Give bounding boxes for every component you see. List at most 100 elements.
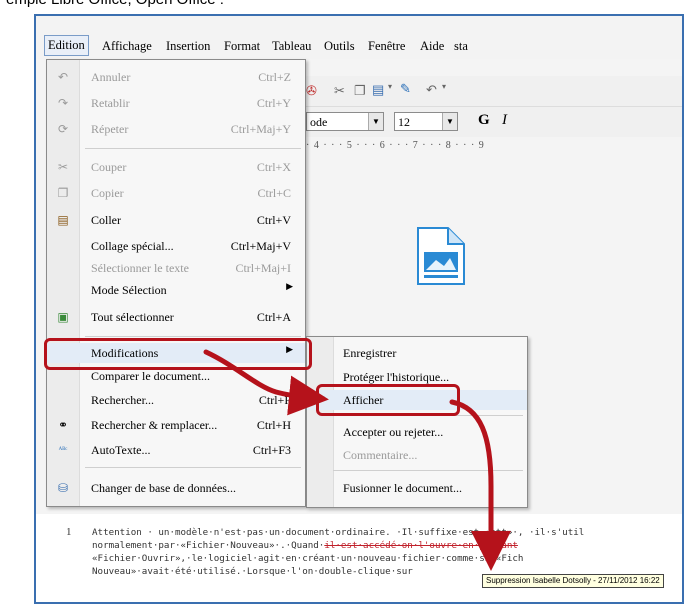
menu-aide[interactable]: Aide	[420, 39, 444, 54]
menu-item-label: Couper	[91, 160, 127, 174]
menu-item-paste[interactable]: ▤ Coller Ctrl+V	[47, 210, 305, 230]
menu-item-label: Collage spécial...	[91, 239, 174, 253]
menu-item-shortcut: Ctrl+F	[258, 393, 291, 407]
copy-toolbar-icon[interactable]: ❐	[354, 83, 366, 99]
menu-item-shortcut: Ctrl+Maj+V	[230, 239, 291, 253]
highlight-afficher	[316, 384, 460, 416]
menu-item-label: Changer de base de données...	[91, 481, 236, 495]
document-line-1: Attention · un·modèle·n'est·pas·un·docum…	[92, 527, 585, 538]
font-size-combo[interactable]: 12 ▼	[394, 112, 458, 131]
menu-item-shortcut: Ctrl+Z	[258, 70, 291, 84]
menu-item-select-all[interactable]: ▣ Tout sélectionner Ctrl+A	[47, 307, 305, 327]
chevron-down-icon[interactable]: ▼	[368, 113, 383, 130]
document-line-3: «Fichier·Ouvrir»,·le·logiciel·agit·en·cr…	[92, 553, 524, 564]
formatting-toolbar: ode ▼ 12 ▼ G I	[306, 106, 682, 137]
document-line-2-text: normalement·par·«Fichier·Nouveau»·.·Quan…	[92, 540, 325, 551]
menu-item-redo[interactable]: ↷ Retablir Ctrl+Y	[47, 93, 305, 113]
undo-dropdown-icon[interactable]: ▾	[442, 82, 446, 91]
menu-item-label: Rechercher...	[91, 393, 154, 407]
menu-insertion[interactable]: Insertion	[166, 39, 210, 54]
menu-item-shortcut: Ctrl+V	[256, 213, 291, 227]
undo-icon: ↶	[57, 70, 69, 84]
menu-item-label: Coller	[91, 213, 121, 227]
menu-tableau[interactable]: Tableau	[272, 39, 311, 54]
menu-item-select-text[interactable]: Sélectionner le texte Ctrl+Maj+I	[47, 258, 305, 278]
menu-item-label: Comparer le document...	[91, 369, 210, 383]
cut-toolbar-icon[interactable]: ✂	[334, 83, 345, 99]
menu-item-label: Rechercher & remplacer...	[91, 418, 218, 432]
submenu-item-merge-document[interactable]: Fusionner le document...	[307, 478, 527, 498]
menu-edition[interactable]: Edition	[44, 35, 89, 56]
caption-text: emple Libre Office, Open Office :	[6, 0, 224, 8]
menu-item-copy[interactable]: ❐ Copier Ctrl+C	[47, 183, 305, 203]
menu-separator	[85, 467, 301, 468]
italic-button[interactable]: I	[502, 112, 507, 129]
horizontal-ruler: · 4 · · · 5 · · · 6 · · · 7 · · · 8 · · …	[306, 140, 485, 151]
menu-item-label: Retablir	[91, 96, 130, 110]
chevron-down-icon[interactable]: ▼	[442, 113, 457, 130]
menu-item-shortcut: Ctrl+H	[256, 418, 291, 432]
paragraph-style-combo[interactable]: ode ▼	[306, 112, 384, 131]
clone-formatting-icon[interactable]: ✎	[400, 81, 411, 97]
line-number: 1	[66, 526, 72, 538]
menu-affichage[interactable]: Affichage	[102, 39, 152, 54]
menu-item-repeat[interactable]: ⟳ Répeter Ctrl+Maj+Y	[47, 119, 305, 139]
select-all-icon: ▣	[57, 310, 69, 324]
standard-toolbar: ✇ ✂ ❐ ▤ ▾ ✎ ↶ ▾	[306, 76, 682, 106]
menu-item-shortcut: Ctrl+F3	[252, 443, 291, 457]
menu-item-shortcut: Ctrl+X	[256, 160, 291, 174]
menu-item-undo[interactable]: ↶ Annuler Ctrl+Z	[47, 67, 305, 87]
document-line-2: normalement·par·«Fichier·Nouveau»·.·Quan…	[92, 539, 518, 552]
menu-overflow[interactable]: sta	[454, 39, 468, 54]
paste-icon: ▤	[57, 213, 69, 227]
copy-icon: ❐	[57, 186, 69, 200]
menu-item-label: Accepter ou rejeter...	[343, 425, 444, 439]
submenu-item-record[interactable]: Enregistrer	[307, 343, 527, 363]
menu-item-find-replace[interactable]: ⚭ Rechercher & remplacer... Ctrl+H	[47, 415, 305, 435]
database-icon: ⛁	[57, 481, 69, 495]
paste-dropdown-icon[interactable]: ▾	[388, 82, 392, 91]
repeat-icon: ⟳	[57, 122, 69, 136]
menu-separator	[333, 470, 523, 471]
menu-item-label: Copier	[91, 186, 124, 200]
menu-item-shortcut: Ctrl+Maj+Y	[230, 122, 291, 136]
change-tooltip: Suppression Isabelle Dotsolly - 27/11/20…	[482, 574, 664, 588]
submenu-item-comment[interactable]: Commentaire...	[307, 445, 527, 465]
menu-item-label: Mode Sélection	[91, 283, 167, 297]
menu-item-cut[interactable]: ✂ Couper Ctrl+X	[47, 157, 305, 177]
bold-button[interactable]: G	[478, 112, 490, 129]
modifications-submenu: Enregistrer Protéger l'historique... ✔ A…	[306, 336, 528, 508]
document-line-4: Nouveau»·avait·été·utilisé.·Lorsque·l'on…	[92, 566, 413, 577]
menu-format[interactable]: Format	[224, 39, 260, 54]
binoculars-icon: ⚭	[57, 418, 69, 432]
menu-item-autotext[interactable]: ᴬᴮᶜ AutoTexte... Ctrl+F3	[47, 440, 305, 460]
menu-item-selection-mode[interactable]: Mode Sélection ▶	[47, 280, 305, 300]
menu-item-label: Protéger l'historique...	[343, 370, 450, 384]
tracked-deletion: il·est·accédé·on·l'ouvre·en·passant	[324, 540, 518, 551]
menu-item-label: AutoTexte...	[91, 443, 151, 457]
submenu-arrow-icon: ▶	[286, 281, 293, 291]
menu-item-find[interactable]: Rechercher... Ctrl+F	[47, 390, 305, 410]
autotext-icon: ᴬᴮᶜ	[58, 445, 68, 454]
menu-item-label: Enregistrer	[343, 346, 397, 360]
cut-icon: ✂	[57, 160, 69, 174]
menu-item-change-database[interactable]: ⛁ Changer de base de données...	[47, 478, 305, 498]
libreoffice-document-icon	[416, 226, 466, 286]
menu-item-paste-special[interactable]: Collage spécial... Ctrl+Maj+V	[47, 236, 305, 256]
menu-item-label: Commentaire...	[343, 448, 418, 462]
paste-toolbar-icon[interactable]: ▤	[372, 82, 384, 98]
export-pdf-icon[interactable]: ✇	[306, 83, 317, 99]
menu-item-label: Tout sélectionner	[91, 310, 174, 324]
menu-outils[interactable]: Outils	[324, 39, 355, 54]
menu-item-shortcut: Ctrl+A	[256, 310, 291, 324]
menu-fenetre[interactable]: Fenêtre	[368, 39, 405, 54]
menu-separator	[85, 148, 301, 149]
menu-item-shortcut: Ctrl+C	[257, 186, 291, 200]
menu-item-label: Sélectionner le texte	[91, 261, 189, 275]
highlight-modifications	[44, 338, 312, 370]
font-size-value: 12	[398, 115, 410, 129]
submenu-item-accept-reject[interactable]: Accepter ou rejeter...	[307, 422, 527, 442]
menu-item-shortcut: Ctrl+Maj+I	[235, 261, 291, 275]
undo-toolbar-icon[interactable]: ↶	[426, 82, 437, 98]
menu-item-label: Annuler	[91, 70, 131, 84]
